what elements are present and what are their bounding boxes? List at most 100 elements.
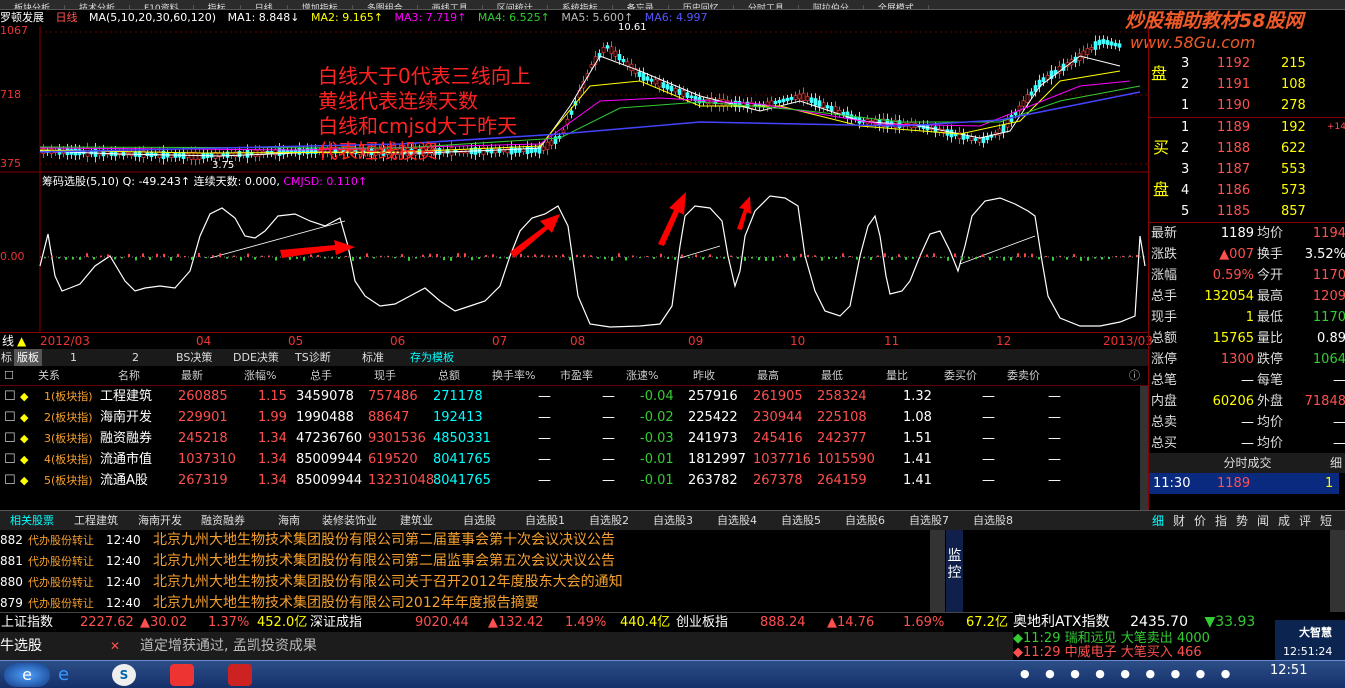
col-turnover[interactable]: 换手率% (492, 366, 535, 386)
sector-tab[interactable]: 自选股2 (589, 511, 629, 531)
tab-2[interactable]: 2 (132, 349, 139, 366)
sector-tab[interactable]: 海南 (278, 511, 300, 531)
alert-2[interactable]: ◆11:29 中威电子 大笔买入 466 (1013, 646, 1275, 660)
header-checkbox-icon[interactable]: ☐ (4, 366, 14, 386)
sector-tab[interactable]: 建筑业 (400, 511, 433, 531)
status-close-icon[interactable]: ✕ (110, 632, 120, 660)
ask-level[interactable]: 3 1192 215 (1149, 53, 1345, 74)
bid-level[interactable]: 5 1185 857 (1149, 201, 1345, 222)
tab-biao[interactable]: 标 (1, 349, 12, 366)
start-button[interactable]: e (4, 663, 50, 687)
row-checkbox-icon[interactable]: ☐ (4, 470, 16, 491)
quote-tab[interactable]: 细 (1152, 511, 1164, 531)
tab-standard[interactable]: 标准 (362, 349, 384, 366)
alert-1[interactable]: ◆11:29 瑞和远见 大笔卖出 4000 (1013, 632, 1275, 646)
sector-tab[interactable]: 融资融券 (201, 511, 245, 531)
col-speed[interactable]: 涨速% (626, 366, 658, 386)
quote-tab[interactable]: 成 (1278, 511, 1290, 531)
col-vol[interactable]: 总手 (310, 366, 332, 386)
col-pe[interactable]: 市盈率 (560, 366, 593, 386)
tab-ts[interactable]: TS诊断 (295, 349, 331, 366)
table-row[interactable]: ☐ ◆ 4(板块指) 流通市值 1037310 1.34 85009944 619520 804… (0, 449, 1140, 470)
side-scrollbar[interactable] (1330, 530, 1345, 612)
sector-tab[interactable]: 装修装饰业 (322, 511, 377, 531)
row-checkbox-icon[interactable]: ☐ (4, 428, 16, 449)
table-row[interactable]: ☐ ◆ 1(板块指) 工程建筑 260885 1.15 3459078 757486 27117… (0, 386, 1140, 407)
news-text[interactable]: 北京九州大地生物技术集团股份有限公司第二届监事会第五次会议决议公告 (153, 551, 615, 572)
news-item[interactable]: 879 代办股份转让 12:40 北京九州大地生物技术集团股份有限公司2012年年度报… (0, 593, 945, 614)
table-row[interactable]: ☐ ◆ 5(板块指) 流通A股 267319 1.34 85009944 13231048 80… (0, 470, 1140, 491)
ask-level[interactable]: 2 1191 108 (1149, 74, 1345, 95)
sector-tab[interactable]: 自选股8 (973, 511, 1013, 531)
ie-icon[interactable]: e (58, 665, 84, 685)
chart-panel[interactable]: 1067 718 375 0.00 10.61 3.75 白线大于0代表三线向上… (0, 22, 1148, 332)
atx-index-name[interactable]: 奥地利ATX指数 (1013, 614, 1110, 630)
table-row[interactable]: ☐ ◆ 3(板块指) 融资融券 245218 1.34 47236760 9301536 485… (0, 428, 1140, 449)
period-label[interactable]: 日线 (56, 11, 78, 24)
news-item[interactable]: 880 代办股份转让 12:40 北京九州大地生物技术集团股份有限公司关于召开2012… (0, 572, 945, 593)
info-icon[interactable]: ⓘ (1129, 366, 1140, 386)
sector-tab[interactable]: 自选股 (463, 511, 496, 531)
row-checkbox-icon[interactable]: ☐ (4, 449, 16, 470)
col-prev[interactable]: 昨收 (693, 366, 715, 386)
quote-tab[interactable]: 短 (1320, 511, 1332, 531)
col-pct[interactable]: 涨幅% (244, 366, 276, 386)
news-item[interactable]: 882 代办股份转让 12:40 北京九州大地生物技术集团股份有限公司第二届董事会第十… (0, 530, 945, 551)
bid-level[interactable]: 2 1188 622 (1149, 138, 1345, 159)
tab-save-template[interactable]: 存为模板 (410, 349, 454, 366)
tab-banban[interactable]: 版板 (14, 349, 42, 366)
tick-detail-button[interactable]: 细 (1330, 453, 1342, 473)
quote-tab[interactable]: 指 (1215, 511, 1227, 531)
news-item[interactable]: 881 代办股份转让 12:40 北京九州大地生物技术集团股份有限公司第二届监事会第五… (0, 551, 945, 572)
quote-tab[interactable]: 闻 (1257, 511, 1269, 531)
table-row[interactable]: ☐ ◆ 2(板块指) 海南开发 229901 1.99 1990488 88647 192413… (0, 407, 1140, 428)
ask-level[interactable]: 1 1190 278 (1149, 95, 1345, 116)
app-red-icon[interactable] (170, 664, 194, 686)
tab-bs[interactable]: BS决策 (176, 349, 212, 366)
news-text[interactable]: 北京九州大地生物技术集团股份有限公司2012年年度报告摘要 (153, 593, 539, 614)
bid-level[interactable]: 4 1186 573 (1149, 180, 1345, 201)
news-text[interactable]: 北京九州大地生物技术集团股份有限公司第二届董事会第十次会议决议公告 (153, 530, 615, 551)
bid-level[interactable]: 3 1187 553 (1149, 159, 1345, 180)
app-chart-icon[interactable] (228, 664, 252, 686)
quote-tab[interactable]: 评 (1299, 511, 1311, 531)
col-relation[interactable]: 关系 (38, 366, 60, 386)
tab-dde[interactable]: DDE决策 (233, 349, 279, 366)
sector-tab[interactable]: 自选股3 (653, 511, 693, 531)
col-bid[interactable]: 委买价 (944, 366, 977, 386)
table-scrollbar[interactable] (1140, 386, 1148, 510)
sector-tab[interactable]: 工程建筑 (74, 511, 118, 531)
sector-tab[interactable]: 相关股票 (10, 511, 54, 531)
bid-level[interactable]: 1 1189 192 +14 (1149, 117, 1345, 138)
tick-row[interactable]: 11:30 1189 1 (1149, 473, 1339, 494)
col-cur[interactable]: 现手 (374, 366, 396, 386)
news-scrollbar[interactable] (930, 530, 945, 612)
news-text[interactable]: 北京九州大地生物技术集团股份有限公司关于召开2012年度股东大会的通知 (153, 572, 623, 593)
col-amt[interactable]: 总额 (438, 366, 460, 386)
col-last[interactable]: 最新 (181, 366, 203, 386)
cy-index-name[interactable]: 创业板指 (676, 613, 728, 633)
sector-tab[interactable]: 自选股4 (717, 511, 757, 531)
sector-tab[interactable]: 自选股7 (909, 511, 949, 531)
col-high[interactable]: 最高 (757, 366, 779, 386)
tab-1[interactable]: 1 (70, 349, 77, 366)
col-name[interactable]: 名称 (118, 366, 140, 386)
quote-tab[interactable]: 财 (1173, 511, 1185, 531)
col-low[interactable]: 最低 (821, 366, 843, 386)
sector-tab[interactable]: 自选股1 (525, 511, 565, 531)
col-ask[interactable]: 委卖价 (1007, 366, 1040, 386)
sector-tab[interactable]: 自选股5 (781, 511, 821, 531)
sector-tab[interactable]: 自选股6 (845, 511, 885, 531)
monitor-tab[interactable]: 监控 (946, 530, 963, 612)
status-left-label[interactable]: 牛选股 (0, 632, 42, 660)
col-volratio[interactable]: 量比 (886, 366, 908, 386)
quote-tab[interactable]: 价 (1194, 511, 1206, 531)
cell-bid: — (982, 410, 995, 425)
sector-tab[interactable]: 海南开发 (138, 511, 182, 531)
sh-index-name[interactable]: 上证指数 (1, 613, 53, 633)
sz-index-name[interactable]: 深证成指 (310, 613, 362, 633)
search-app-icon[interactable]: S (112, 664, 136, 686)
row-checkbox-icon[interactable]: ☐ (4, 407, 16, 428)
quote-tab[interactable]: 势 (1236, 511, 1248, 531)
row-checkbox-icon[interactable]: ☐ (4, 386, 16, 407)
